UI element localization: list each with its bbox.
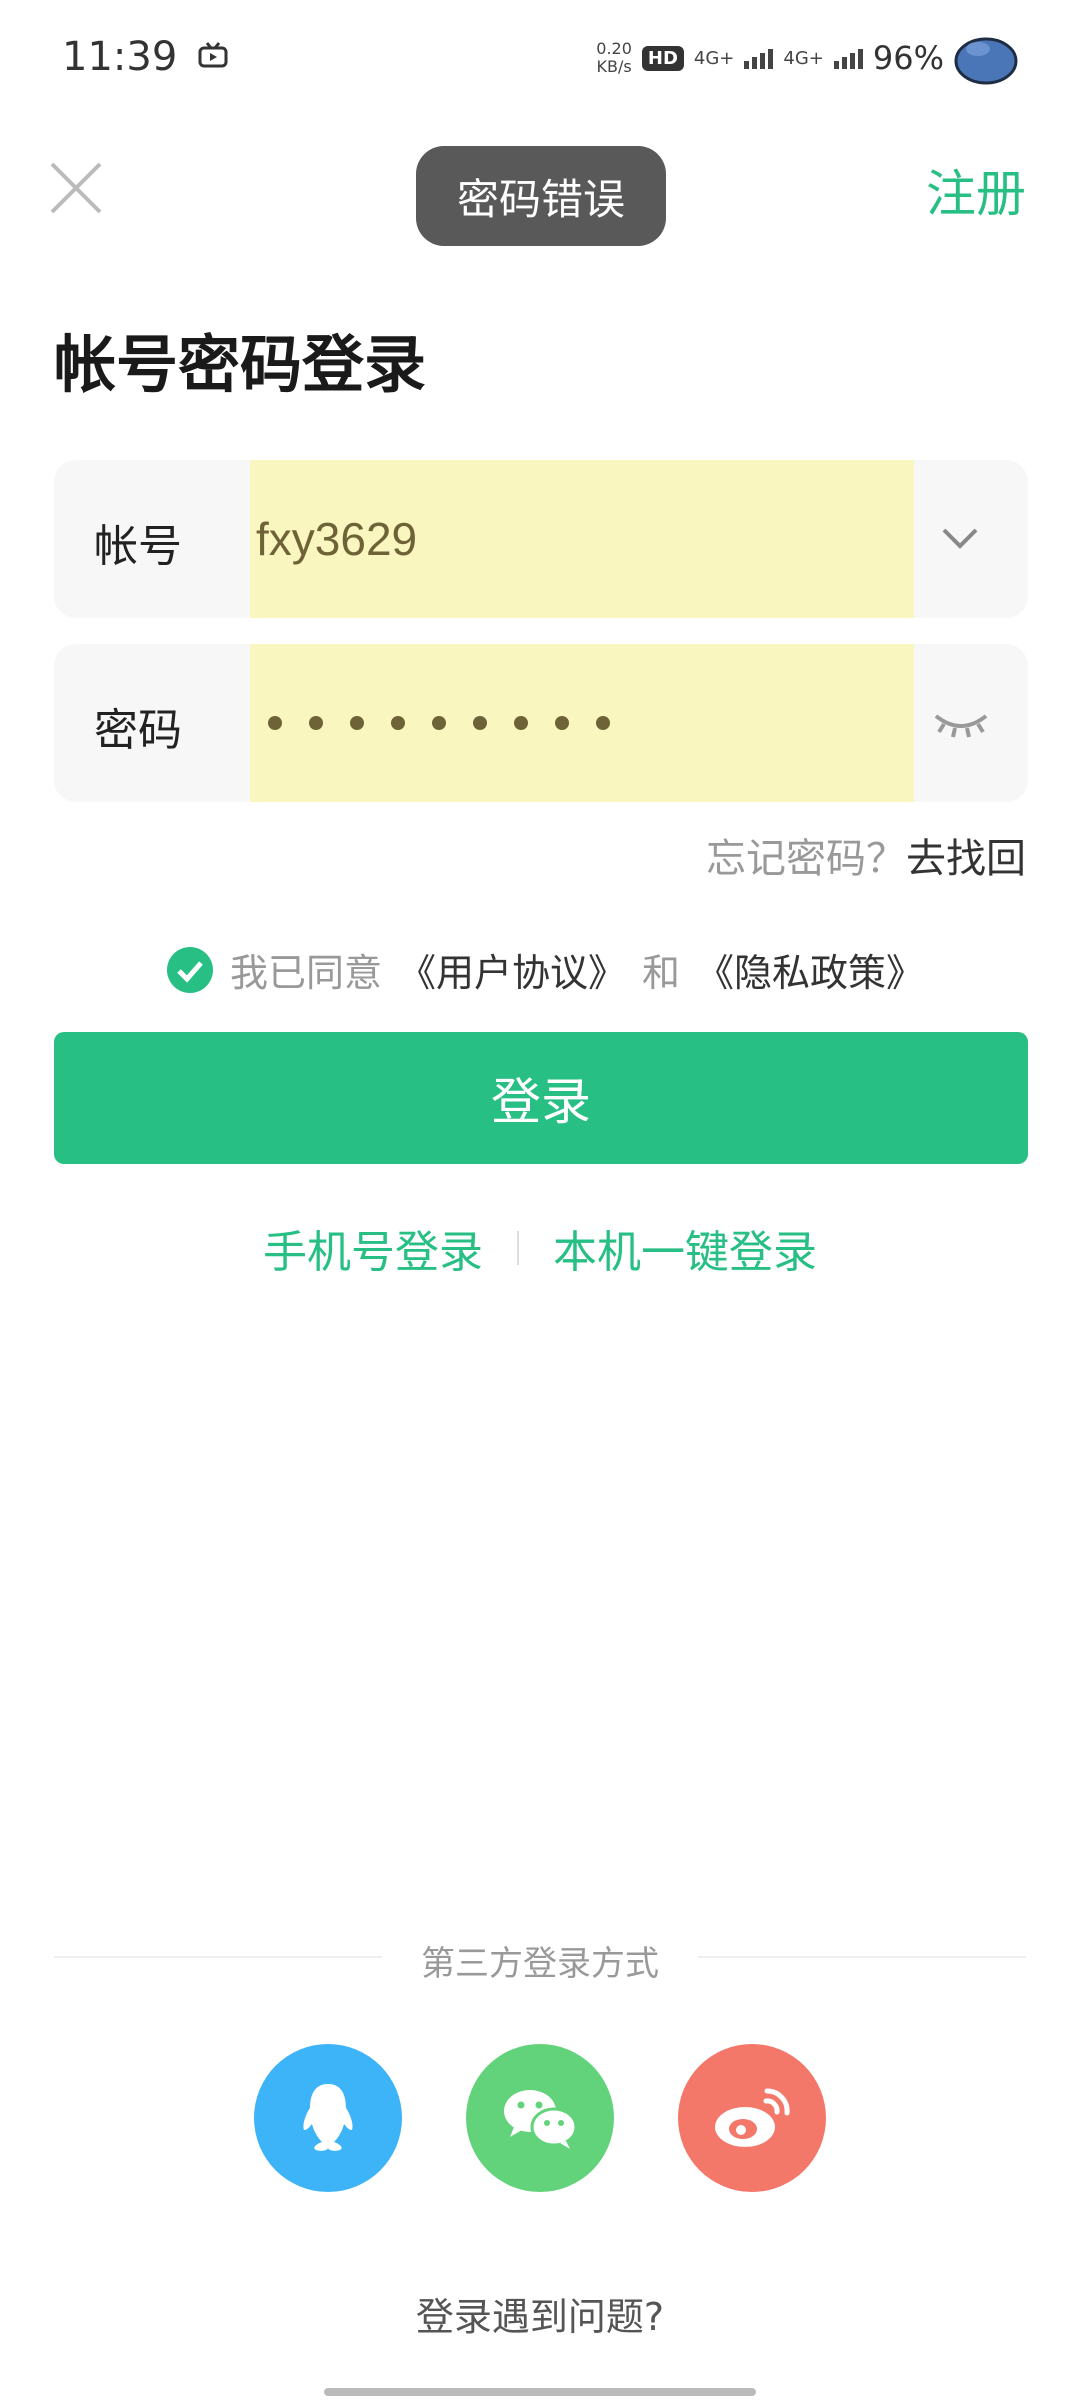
password-dot bbox=[473, 716, 487, 730]
password-dot bbox=[268, 716, 282, 730]
register-link[interactable]: 注册 bbox=[926, 154, 1026, 226]
status-time: 11:39 bbox=[62, 34, 178, 80]
password-dot bbox=[596, 716, 610, 730]
password-label: 密码 bbox=[94, 705, 182, 756]
password-field: 密码 bbox=[54, 644, 1028, 802]
qq-icon bbox=[303, 2084, 353, 2151]
network-speed: 0.20 KB/s bbox=[596, 39, 632, 76]
checkmark-icon[interactable] bbox=[166, 946, 214, 994]
password-dot bbox=[432, 716, 446, 730]
password-input[interactable] bbox=[250, 644, 914, 802]
phone-login-link[interactable]: 手机号登录 bbox=[263, 1216, 483, 1280]
agreement-row: 我已同意 《用户协议》和《隐私政策》 bbox=[166, 942, 924, 997]
error-toast: 密码错误 bbox=[416, 146, 666, 246]
account-field: 帐号 fxy3629 bbox=[54, 460, 1028, 618]
weibo-icon bbox=[715, 2088, 790, 2147]
password-dot bbox=[514, 716, 528, 730]
account-label: 帐号 bbox=[94, 521, 182, 572]
agreement-prefix: 我已同意 bbox=[230, 951, 383, 995]
account-input[interactable]: fxy3629 bbox=[250, 460, 914, 618]
password-dot bbox=[309, 716, 323, 730]
network-type-1: 4G+ bbox=[693, 47, 735, 69]
login-trouble-link[interactable]: 登录遇到问题? bbox=[0, 2286, 1080, 2341]
password-dots bbox=[250, 716, 610, 730]
privacy-policy-link[interactable]: 《隐私政策》 bbox=[696, 942, 924, 997]
alt-login-options: 手机号登录 本机一键登录 bbox=[0, 1216, 1080, 1280]
chevron-down-icon[interactable] bbox=[932, 510, 988, 566]
weibo-login-button[interactable] bbox=[678, 2044, 826, 2192]
avatar-icon bbox=[954, 37, 1018, 85]
qq-login-button[interactable] bbox=[254, 2044, 402, 2192]
one-click-login-link[interactable]: 本机一键登录 bbox=[553, 1216, 817, 1280]
home-indicator[interactable] bbox=[324, 2388, 756, 2396]
wechat-icon bbox=[504, 2090, 578, 2149]
user-agreement-link[interactable]: 《用户协议》 bbox=[398, 942, 626, 997]
close-icon[interactable] bbox=[48, 160, 104, 216]
page-title: 帐号密码登录 bbox=[54, 328, 427, 401]
battery-level: 96% bbox=[872, 39, 944, 77]
signal-icon bbox=[833, 47, 863, 69]
agreement-conjunction: 和 bbox=[642, 951, 681, 995]
wechat-login-button[interactable] bbox=[466, 2044, 614, 2192]
forgot-password: 忘记密码？去找回 bbox=[706, 826, 1026, 884]
third-party-label: 第三方登录方式 bbox=[421, 1944, 659, 1984]
divider bbox=[517, 1231, 519, 1265]
password-dot bbox=[555, 716, 569, 730]
status-indicators: 0.20 KB/s HD 4G+ 4G+ 96% bbox=[596, 26, 1018, 90]
signal-icon bbox=[744, 47, 774, 69]
eye-closed-icon[interactable] bbox=[930, 694, 992, 750]
recover-password-link[interactable]: 去找回 bbox=[906, 836, 1026, 882]
login-button[interactable]: 登录 bbox=[54, 1032, 1028, 1164]
forgot-question: 忘记密码？ bbox=[706, 836, 906, 882]
account-value: fxy3629 bbox=[256, 513, 418, 565]
tv-icon bbox=[198, 42, 228, 68]
hd-badge: HD bbox=[641, 45, 684, 71]
password-dot bbox=[391, 716, 405, 730]
network-type-2: 4G+ bbox=[783, 47, 824, 69]
password-dot bbox=[350, 716, 364, 730]
